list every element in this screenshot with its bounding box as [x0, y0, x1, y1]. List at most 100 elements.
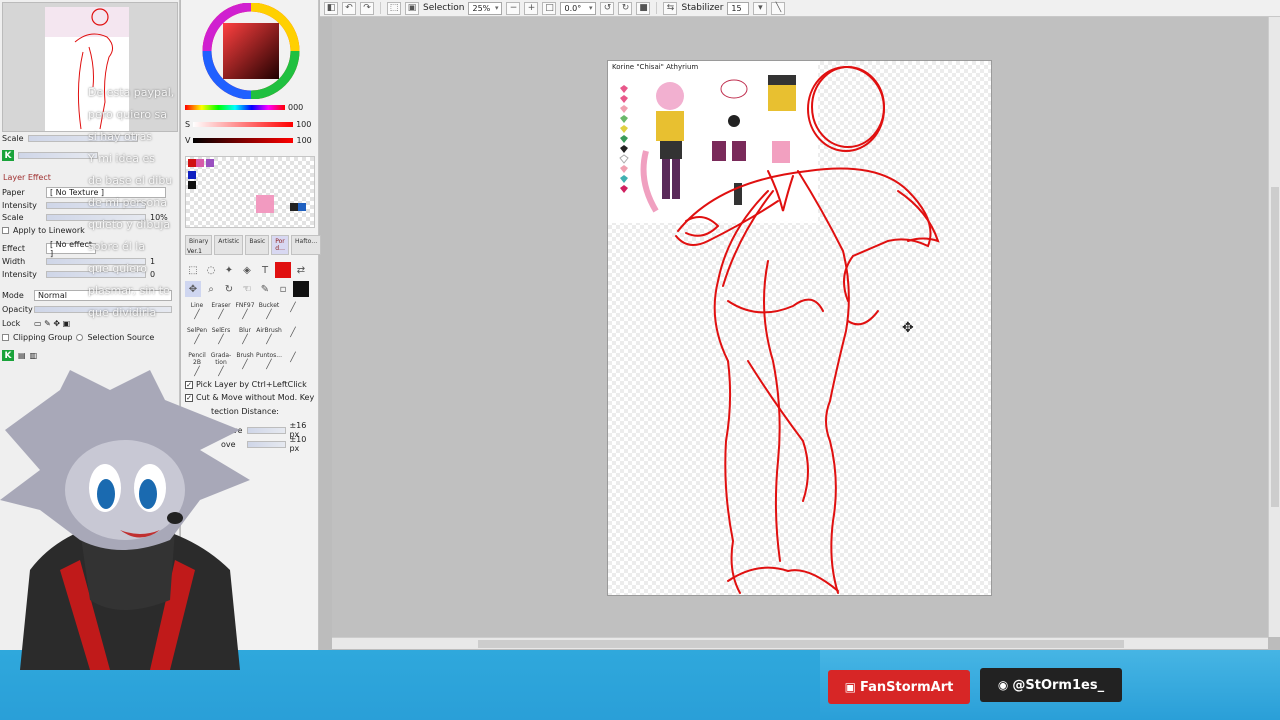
twitch-icon: ▣: [844, 680, 857, 694]
handle-tag-text: @StOrm1es_: [1012, 677, 1105, 693]
transparent-color-icon[interactable]: ▫: [275, 281, 291, 297]
menu-icon[interactable]: ◧: [324, 1, 338, 15]
sub-color-icon[interactable]: [293, 281, 309, 297]
value-value: 100: [296, 136, 312, 145]
lock-label: Lock: [2, 319, 21, 328]
reset-rotation-icon[interactable]: ■: [636, 1, 651, 15]
swatch-purple[interactable]: [206, 159, 214, 167]
rotate-left-icon[interactable]: ↺: [600, 1, 615, 15]
chat-line: de mi persona: [88, 196, 167, 209]
intensity-label: Intensity: [2, 201, 37, 210]
layer-folder-icon[interactable]: ▥: [30, 351, 38, 360]
brush-item[interactable]: Puntos... ╱: [256, 352, 282, 374]
hue-slider[interactable]: [185, 105, 285, 110]
swatch-grid[interactable]: [185, 156, 315, 228]
saturation-slider[interactable]: [193, 122, 294, 127]
chat-line: De esta paypal,: [88, 86, 175, 99]
fill-icon[interactable]: ◈: [239, 262, 255, 278]
krita-k-icon-2: K: [2, 350, 14, 361]
apply-lineart-checkbox[interactable]: [2, 227, 9, 234]
brush-item[interactable]: ╱: [281, 327, 305, 349]
selection-source-radio[interactable]: [76, 334, 84, 341]
chat-line: plasmar, sin te: [88, 284, 170, 297]
swatch-lightpink[interactable]: [256, 195, 274, 213]
rotate-icon[interactable]: ↻: [221, 281, 237, 297]
toolbar-separator-2: [656, 2, 658, 14]
social-icon: ◉: [997, 678, 1009, 692]
brush-item[interactable]: ╱: [281, 302, 305, 324]
move2-value: ±10 px: [289, 435, 307, 453]
brush-item[interactable]: ╱: [281, 352, 305, 374]
zoom-in-icon[interactable]: +: [524, 1, 539, 15]
redo-icon[interactable]: ↷: [360, 1, 374, 15]
brush-item[interactable]: FNF97 ╱: [233, 302, 257, 324]
brush-item[interactable]: SelPen ╱: [185, 327, 209, 349]
brush-item[interactable]: Bucket ╱: [257, 302, 281, 324]
chat-line: pero quiero sa: [88, 108, 168, 121]
brush-icon: ╱: [266, 335, 272, 345]
magic-wand-icon[interactable]: ✦: [221, 262, 237, 278]
color-wheel[interactable]: [197, 3, 305, 99]
brush-item[interactable]: Blur ╱: [233, 327, 257, 349]
swatch-blue2[interactable]: [298, 203, 306, 211]
new-layer-icon[interactable]: ▤: [18, 351, 26, 360]
undo-icon[interactable]: ↶: [342, 1, 356, 15]
tool-grid: ⬚ ◌ ✦ ◈ T ⇄ ✥ ⌕ ↻ ☜ ✎ ▫: [185, 262, 315, 298]
zoom-icon[interactable]: ⌕: [203, 281, 219, 297]
brush-tabs: Binary Artistic Basic Por d… Hafto…: [185, 235, 322, 255]
brush-item[interactable]: SelErs ╱: [209, 327, 233, 349]
line-icon[interactable]: ╲: [771, 1, 786, 15]
stabilizer-select[interactable]: 15: [727, 1, 750, 15]
brush-icon: ╱: [266, 360, 272, 370]
fit-icon[interactable]: □: [542, 1, 557, 15]
invert-select-icon[interactable]: ▣: [405, 1, 419, 15]
drawing-canvas[interactable]: Korine "Chisai" Athyrium: [607, 60, 992, 596]
tab-artistic[interactable]: Artistic: [214, 235, 244, 255]
lasso-icon[interactable]: ◌: [203, 262, 219, 278]
lock-icon[interactable]: ▭ ✎ ✥ ▣: [34, 319, 70, 328]
rotate-right-icon[interactable]: ↻: [618, 1, 633, 15]
lock-row: Lock ▭ ✎ ✥ ▣: [2, 319, 70, 328]
dropdown-icon[interactable]: ▾: [753, 1, 768, 15]
brush-icon: ╱: [290, 328, 296, 338]
text-icon[interactable]: T: [257, 262, 273, 278]
brush-item[interactable]: AirBrush ╱: [256, 327, 282, 349]
intensity2-label: Intensity: [2, 270, 37, 279]
scale-label: Scale: [2, 134, 24, 143]
zoom-out-icon[interactable]: −: [506, 1, 521, 15]
swap-color-icon[interactable]: ⇄: [293, 262, 309, 278]
swatch-dark[interactable]: [290, 203, 298, 211]
horizontal-scroll-thumb[interactable]: [478, 640, 1124, 648]
crosshair-cursor-icon: ✥: [902, 320, 914, 336]
selection-label[interactable]: Selection: [423, 3, 464, 13]
tab-basic[interactable]: Basic: [245, 235, 270, 255]
hand-icon[interactable]: ☜: [239, 281, 255, 297]
brush-icon: ╱: [242, 335, 248, 345]
apply-lineart-row: Apply to Linework: [2, 226, 85, 235]
brush-label: FNF97: [235, 302, 255, 309]
flip-icon[interactable]: ⇆: [663, 1, 678, 15]
tab-hafto[interactable]: Hafto…: [291, 235, 322, 255]
effect-label: Effect: [2, 244, 26, 253]
eyedropper-icon[interactable]: ✎: [257, 281, 273, 297]
brush-icon: ╱: [194, 335, 200, 345]
value-slider[interactable]: [193, 138, 294, 143]
brush-icon: ╱: [290, 303, 296, 313]
vertical-scrollbar[interactable]: [1268, 17, 1280, 637]
vertical-scroll-thumb[interactable]: [1271, 187, 1279, 507]
deselect-icon[interactable]: ⬚: [387, 1, 401, 15]
brush-label: Puntos...: [256, 352, 282, 359]
chat-line: que quiero: [88, 262, 148, 275]
nav-slider[interactable]: [18, 152, 98, 159]
zoom-select[interactable]: 25% ▾: [468, 1, 503, 15]
clipping-group-checkbox[interactable]: [2, 334, 9, 341]
main-color-icon[interactable]: [275, 262, 291, 278]
rotation-select[interactable]: 0.0° ▾: [560, 1, 597, 15]
tab-por[interactable]: Por d…: [271, 235, 290, 255]
brush-item[interactable]: Eraser ╱: [209, 302, 233, 324]
mode-label: Mode: [2, 291, 24, 300]
brush-label: Eraser: [211, 302, 231, 309]
value-row: V 100: [185, 136, 312, 145]
horizontal-scrollbar[interactable]: [332, 637, 1268, 649]
saturation-row: S 100: [185, 120, 311, 129]
